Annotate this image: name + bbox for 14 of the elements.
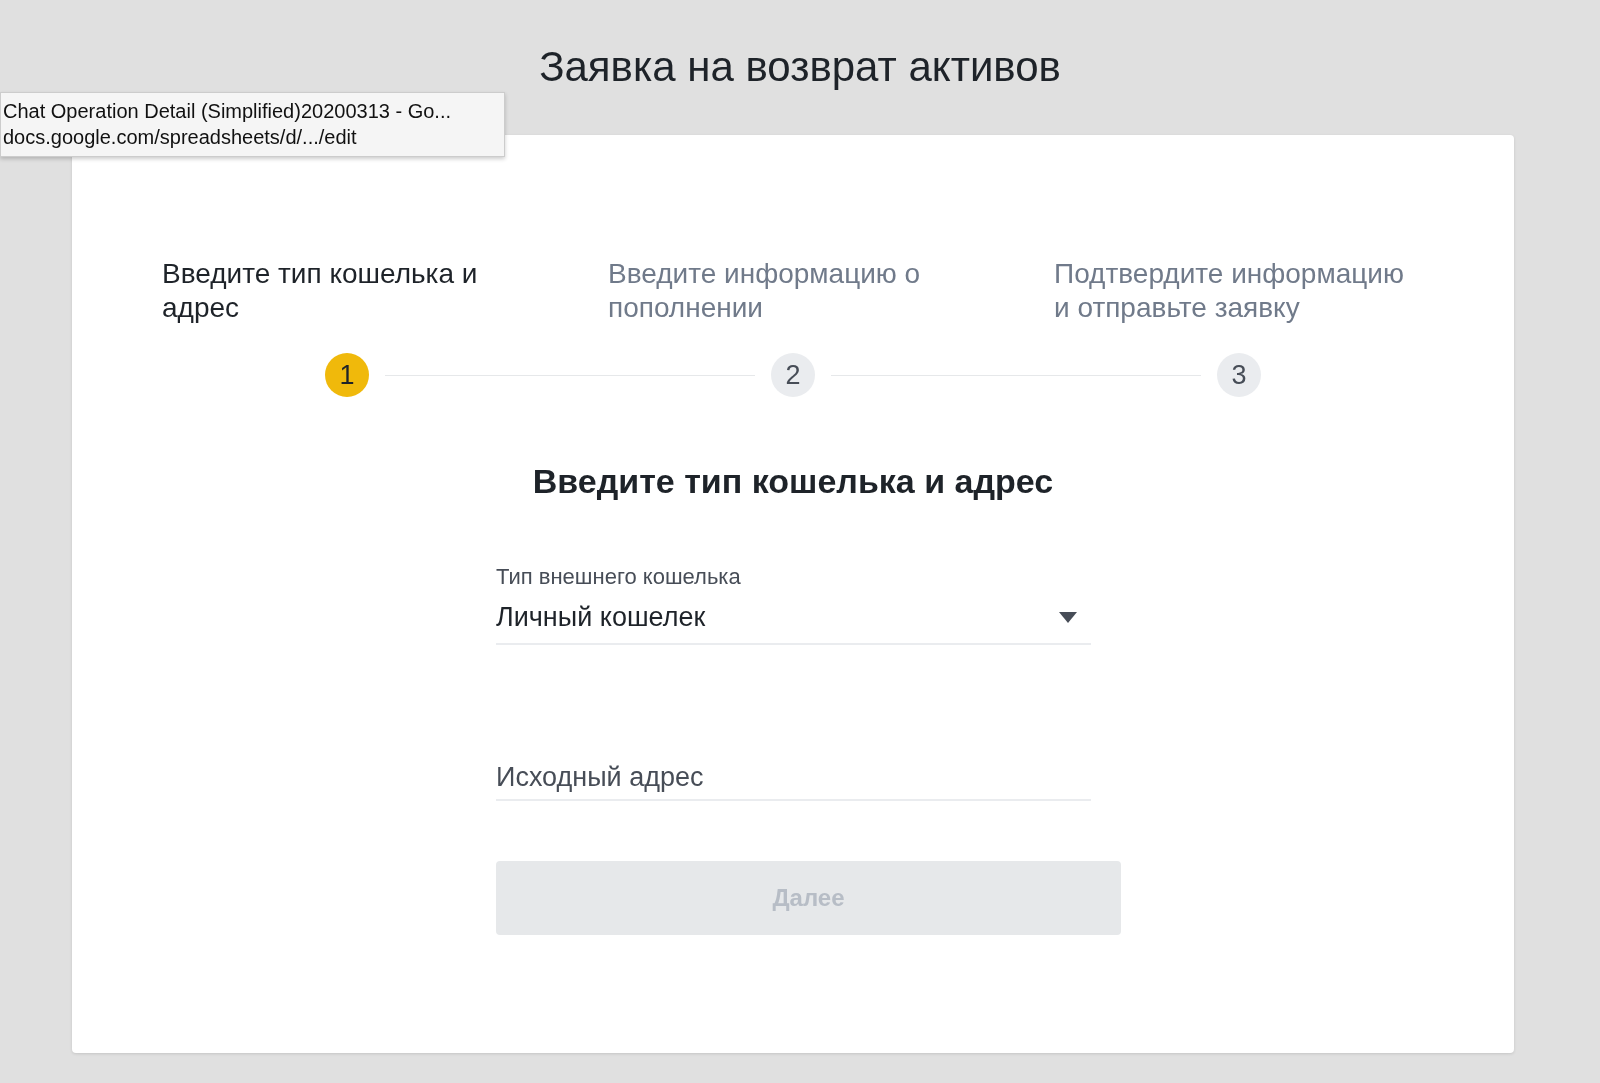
page-title: Заявка на возврат активов bbox=[538, 42, 1062, 92]
step-label: Введите тип кошелька и адрес bbox=[162, 257, 479, 325]
tooltip-url: docs.google.com/spreadsheets/d/.../edit bbox=[3, 125, 358, 150]
step-number: 1 bbox=[325, 353, 369, 397]
wallet-type-dropdown[interactable]: Личный кошелек bbox=[496, 591, 1091, 645]
field-label: Тип внешнего кошелька bbox=[496, 563, 742, 591]
tooltip-title: Chat Operation Detail (Simplified)20200313 - Go... bbox=[3, 99, 452, 124]
step-label: Подтвердите информацию и отправьте заявку bbox=[1054, 257, 1405, 325]
address-input-field[interactable]: Исходный адрес bbox=[496, 755, 1091, 801]
caret-icon bbox=[1059, 611, 1077, 623]
step-number: 2 bbox=[771, 353, 815, 397]
step-label: Введите информацию о пополнении bbox=[608, 257, 922, 325]
step-number: 3 bbox=[1217, 353, 1261, 397]
form-heading: Введите тип кошелька и адрес bbox=[531, 461, 1055, 502]
